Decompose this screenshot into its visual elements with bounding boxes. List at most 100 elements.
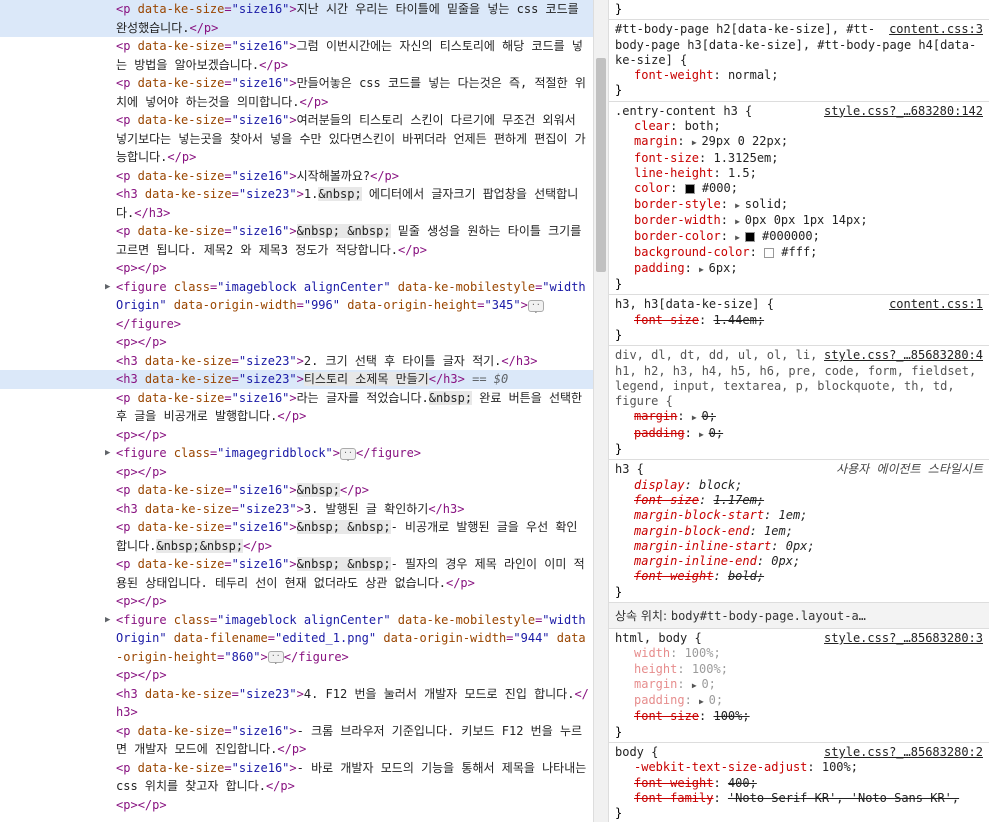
dom-node-row[interactable]: <p data-ke-size="size16">&nbsp; &nbsp;- …: [0, 555, 593, 592]
css-property[interactable]: font-size: 1.3125em;: [615, 151, 983, 166]
dom-node-row[interactable]: <p data-ke-size="size16">만들어놓은 css 코드를 넣…: [0, 74, 593, 111]
css-property[interactable]: font-size: 100%;: [615, 709, 983, 724]
rule-source-link[interactable]: style.css?_…85683280:4: [824, 348, 983, 363]
css-property[interactable]: border-style: ▶ solid;: [615, 197, 983, 213]
css-property[interactable]: clear: both;: [615, 119, 983, 134]
css-property[interactable]: color: #000;: [615, 181, 983, 196]
css-property[interactable]: font-size: 1.17em;: [615, 493, 983, 508]
dom-node-row[interactable]: <p data-ke-size="size16">- 크롬 브라우저 기준입니다…: [0, 722, 593, 759]
property-colon: :: [677, 409, 692, 424]
css-property[interactable]: margin: ▶ 29px 0 22px;: [615, 134, 983, 150]
color-swatch-icon[interactable]: [684, 183, 695, 194]
css-property[interactable]: font-weight: 400;: [615, 776, 983, 791]
ellipsis-icon[interactable]: ···: [527, 299, 544, 316]
dom-node-row[interactable]: <p data-ke-size="size16">시작해볼까요?</p>: [0, 167, 593, 186]
expand-triangle-icon[interactable]: ▶: [699, 430, 709, 439]
tag-bracket: >: [264, 538, 272, 553]
dom-node-row[interactable]: <p></p>: [0, 463, 593, 482]
expand-triangle-icon[interactable]: ▶: [735, 233, 745, 242]
tag-bracket: >: [289, 2, 297, 16]
expand-triangle-icon[interactable]: ▶: [735, 217, 745, 226]
expand-arrow-icon[interactable]: ▶: [105, 611, 110, 630]
css-property[interactable]: margin-block-end: 1em;: [615, 524, 983, 539]
dom-node-row[interactable]: <p data-ke-size="size16">라는 글자를 적었습니다.&n…: [0, 389, 593, 426]
dom-node-row[interactable]: <p data-ke-size="size16">&nbsp; &nbsp;- …: [0, 518, 593, 555]
tag-bracket: >: [289, 224, 297, 238]
panel-scrollbar-thumb[interactable]: [596, 58, 606, 272]
css-property[interactable]: margin: ▶ 0;: [615, 677, 983, 693]
expand-triangle-icon[interactable]: ▶: [692, 681, 702, 690]
dom-node-row[interactable]: ▶ <figure class="imageblock alignCenter" …: [0, 278, 593, 317]
css-property[interactable]: margin-inline-start: 0px;: [615, 539, 983, 554]
css-property[interactable]: display: block;: [615, 478, 983, 493]
css-property[interactable]: margin-block-start: 1em;: [615, 508, 983, 523]
dom-node-row[interactable]: <p data-ke-size="size16">- 바로 개발자 모드의 기능…: [0, 759, 593, 796]
css-property[interactable]: border-width: ▶ 0px 0px 1px 14px;: [615, 213, 983, 229]
expand-triangle-icon[interactable]: ▶: [692, 138, 702, 147]
rule-header: content.css:3 #tt-body-page h2[data-ke-si…: [615, 22, 983, 68]
dom-node-row[interactable]: <p></p>: [0, 426, 593, 445]
dom-node-row[interactable]: <h3 data-ke-size="size23">4. F12 번을 눌러서 …: [0, 685, 593, 722]
property-value: 1.5;: [727, 165, 757, 180]
css-property[interactable]: font-family: 'Noto Serif KR', 'Noto Sans…: [615, 791, 983, 806]
css-property[interactable]: margin-inline-end: 0px;: [615, 554, 983, 569]
dom-node-row[interactable]: <p></p>: [0, 259, 593, 278]
css-property[interactable]: padding: ▶ 0;: [615, 693, 983, 709]
attr-value: "345": [484, 298, 521, 312]
dom-node-row[interactable]: <h3 data-ke-size="size23">3. 발행된 글 확인하기<…: [0, 500, 593, 519]
attr-eq: =: [231, 372, 239, 386]
rule-source-link[interactable]: content.css:1: [889, 297, 983, 312]
css-property[interactable]: background-color: #fff;: [615, 245, 983, 260]
css-property[interactable]: height: 100%;: [615, 662, 983, 677]
expand-triangle-icon[interactable]: ▶: [735, 201, 745, 210]
css-property[interactable]: line-height: 1.5;: [615, 166, 983, 181]
tag-name: </figure: [356, 446, 414, 460]
expand-triangle-icon[interactable]: ▶: [699, 265, 709, 274]
dom-node-row[interactable]: <h3 data-ke-size="size23">티스토리 소제목 만들기</…: [0, 370, 593, 389]
css-property[interactable]: width: 100%;: [615, 646, 983, 661]
dom-node-row[interactable]: <p data-ke-size="size16">그럼 이번시간에는 자신의 티…: [0, 37, 593, 74]
attr-name: data-ke-size: [137, 686, 232, 701]
rule-source-link[interactable]: style.css?_…85683280:2: [824, 745, 983, 760]
attr-value: "size16": [231, 39, 290, 53]
attr-value: "996": [303, 298, 340, 312]
expand-triangle-icon[interactable]: ▶: [699, 697, 709, 706]
dom-node-row[interactable]: <p></p>: [0, 592, 593, 611]
expand-arrow-icon[interactable]: ▶: [105, 278, 110, 297]
color-swatch-icon[interactable]: [744, 231, 755, 242]
css-property[interactable]: font-size: 1.44em;: [615, 313, 983, 328]
dom-node-row[interactable]: </figure>: [0, 315, 593, 334]
dom-node-row[interactable]: <h3 data-ke-size="size23">1.&nbsp; 에디터에서…: [0, 185, 593, 222]
ellipsis-icon[interactable]: ···: [267, 651, 284, 668]
css-property[interactable]: padding: ▶ 0;: [615, 426, 983, 442]
attr-value: "size16": [231, 76, 290, 90]
css-property[interactable]: margin: ▶ 0;: [615, 409, 983, 425]
rule-source-link[interactable]: style.css?_…683280:142: [824, 104, 983, 119]
dom-node-row[interactable]: <p data-ke-size="size16">&nbsp; &nbsp; 밑…: [0, 222, 593, 259]
css-property[interactable]: padding: ▶ 6px;: [615, 261, 983, 277]
rule-source-link[interactable]: style.css?_…85683280:3: [824, 631, 983, 646]
css-property[interactable]: font-weight: bold;: [615, 569, 983, 584]
dom-node-row[interactable]: <p data-ke-size="size16">&nbsp;</p>: [0, 481, 593, 500]
inherited-selector[interactable]: body#tt-body-page.layout-a…: [671, 609, 866, 623]
dom-node-row[interactable]: <p></p>: [0, 666, 593, 685]
dom-node-row[interactable]: ▶ <figure class="imagegridblock"> ··· </fig…: [0, 444, 593, 464]
dom-node-row[interactable]: <p data-ke-size="size16">지난 시간 우리는 타이틀에 …: [0, 0, 593, 37]
dom-node-row[interactable]: <p data-ke-size="size16">여러분들의 티스토리 스킨이 …: [0, 111, 593, 167]
property-value: solid;: [744, 196, 789, 211]
css-property[interactable]: font-weight: normal;: [615, 68, 983, 83]
css-property[interactable]: border-color: ▶ #000000;: [615, 229, 983, 245]
dom-node-row[interactable]: <p></p>: [0, 796, 593, 815]
expand-triangle-icon[interactable]: ▶: [692, 413, 702, 422]
rule-source-link[interactable]: content.css:3: [889, 22, 983, 37]
dom-node-row[interactable]: <p></p>: [0, 333, 593, 352]
dom-node-row[interactable]: ▶ <figure class="imageblock alignCenter" …: [0, 611, 593, 668]
ellipsis-icon[interactable]: ···: [340, 447, 356, 464]
css-property[interactable]: -webkit-text-size-adjust: 100%;: [615, 760, 983, 775]
expand-arrow-icon[interactable]: ▶: [105, 444, 110, 463]
dom-node-row[interactable]: <h3 data-ke-size="size23">2. 크기 선택 후 타이틀…: [0, 352, 593, 371]
tag-name: <h3: [116, 353, 138, 368]
tag-name: <h3: [116, 501, 138, 516]
property-name: display: [634, 477, 685, 492]
color-swatch-icon[interactable]: [764, 247, 775, 258]
